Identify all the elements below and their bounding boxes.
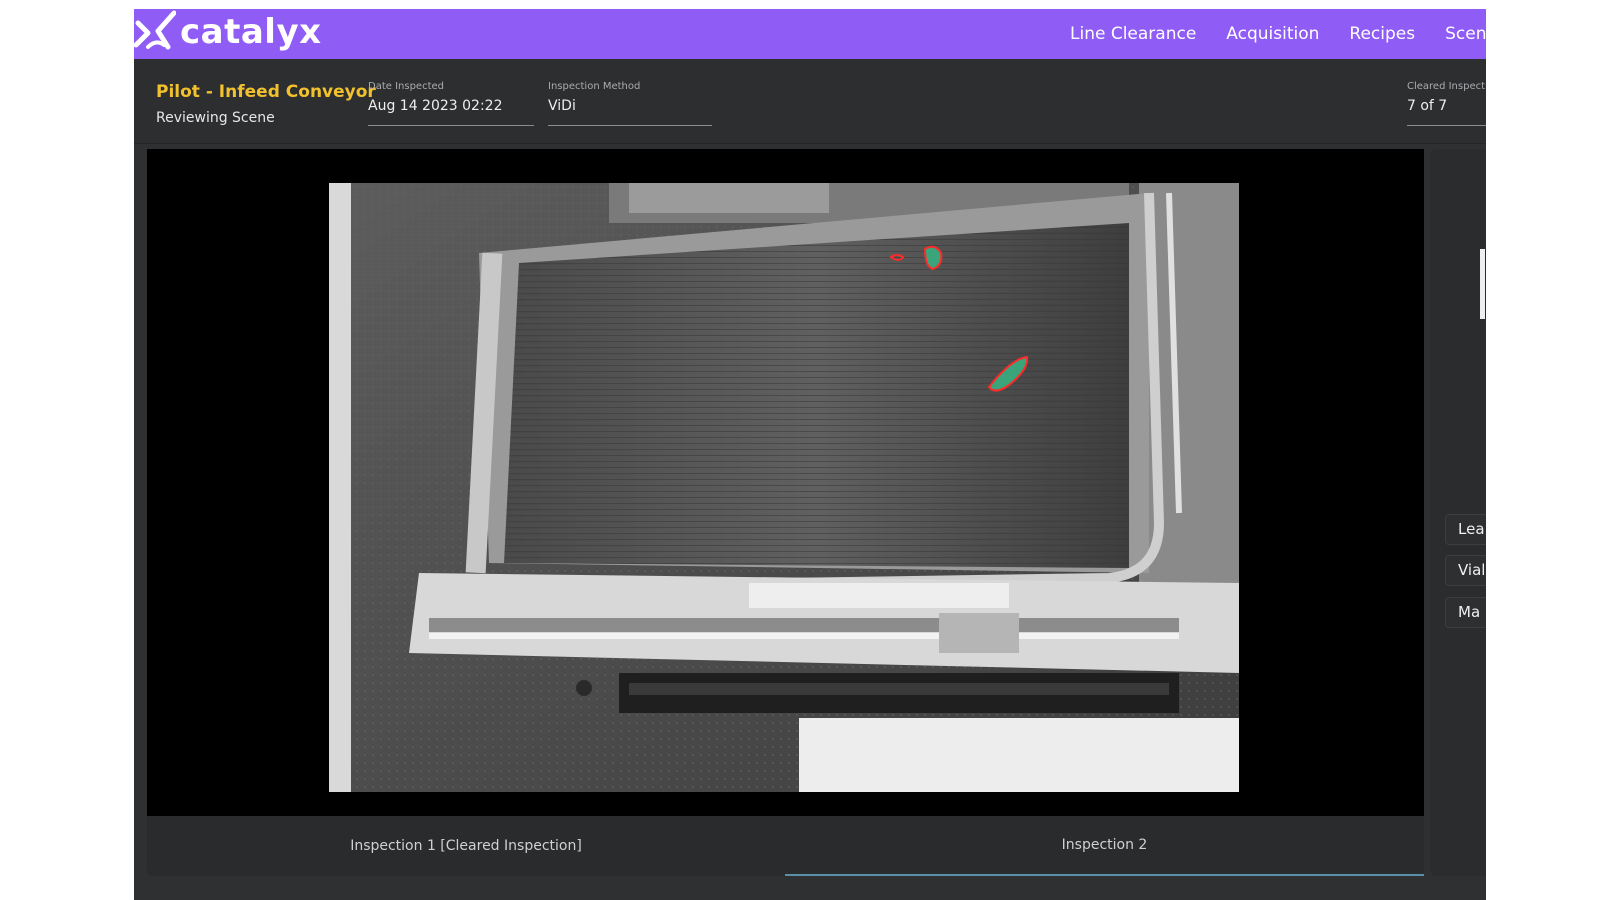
date-inspected-value: Aug 14 2023 02:22 [368, 98, 503, 114]
side-button-3[interactable]: Ma [1445, 597, 1486, 628]
tab-inspection-2[interactable]: Inspection 2 [785, 816, 1424, 876]
scene-title: Pilot - Infeed Conveyor [156, 82, 376, 102]
cleared-inspections-label: Cleared Inspecti [1407, 81, 1486, 92]
tab-inspection-1[interactable]: Inspection 1 [Cleared Inspection] [147, 816, 785, 876]
nav-scenes[interactable]: Scenes [1445, 24, 1486, 44]
catalyx-logo-icon [134, 9, 176, 59]
side-button-1[interactable]: Lea [1445, 514, 1486, 545]
top-nav-bar: catalyx Line Clearance Acquisition Recip… [134, 9, 1486, 59]
inspection-method-value: ViDi [548, 98, 576, 114]
brand-name: catalyx [180, 12, 322, 52]
cleared-inspections-field: Cleared Inspecti 7 of 7 [1407, 81, 1486, 126]
image-viewer[interactable] [147, 149, 1424, 816]
inspection-tabs: Inspection 1 [Cleared Inspection] Inspec… [147, 816, 1424, 876]
inspection-method-field: Inspection Method ViDi [548, 81, 712, 126]
panel-vertical-label-mark [1480, 249, 1485, 319]
side-button-2[interactable]: Vial [1445, 555, 1486, 586]
nav-recipes[interactable]: Recipes [1349, 24, 1415, 44]
date-inspected-field: Date Inspected Aug 14 2023 02:22 [368, 81, 534, 126]
cleared-inspections-value: 7 of 7 [1407, 98, 1448, 114]
inspection-method-label: Inspection Method [548, 81, 641, 92]
detection-outline-2 [923, 245, 943, 271]
nav-line-clearance[interactable]: Line Clearance [1070, 24, 1196, 44]
logo[interactable]: catalyx [134, 9, 322, 59]
nav-acquisition[interactable]: Acquisition [1226, 24, 1319, 44]
main-nav: Line Clearance Acquisition Recipes Scene… [1070, 9, 1486, 59]
inspection-image[interactable] [329, 183, 1239, 792]
right-side-panel [1430, 149, 1486, 876]
date-inspected-label: Date Inspected [368, 81, 444, 92]
app-window: catalyx Line Clearance Acquisition Recip… [134, 9, 1486, 900]
scene-status: Reviewing Scene [156, 110, 275, 126]
scene-info-bar: Pilot - Infeed Conveyor Reviewing Scene … [134, 59, 1486, 144]
